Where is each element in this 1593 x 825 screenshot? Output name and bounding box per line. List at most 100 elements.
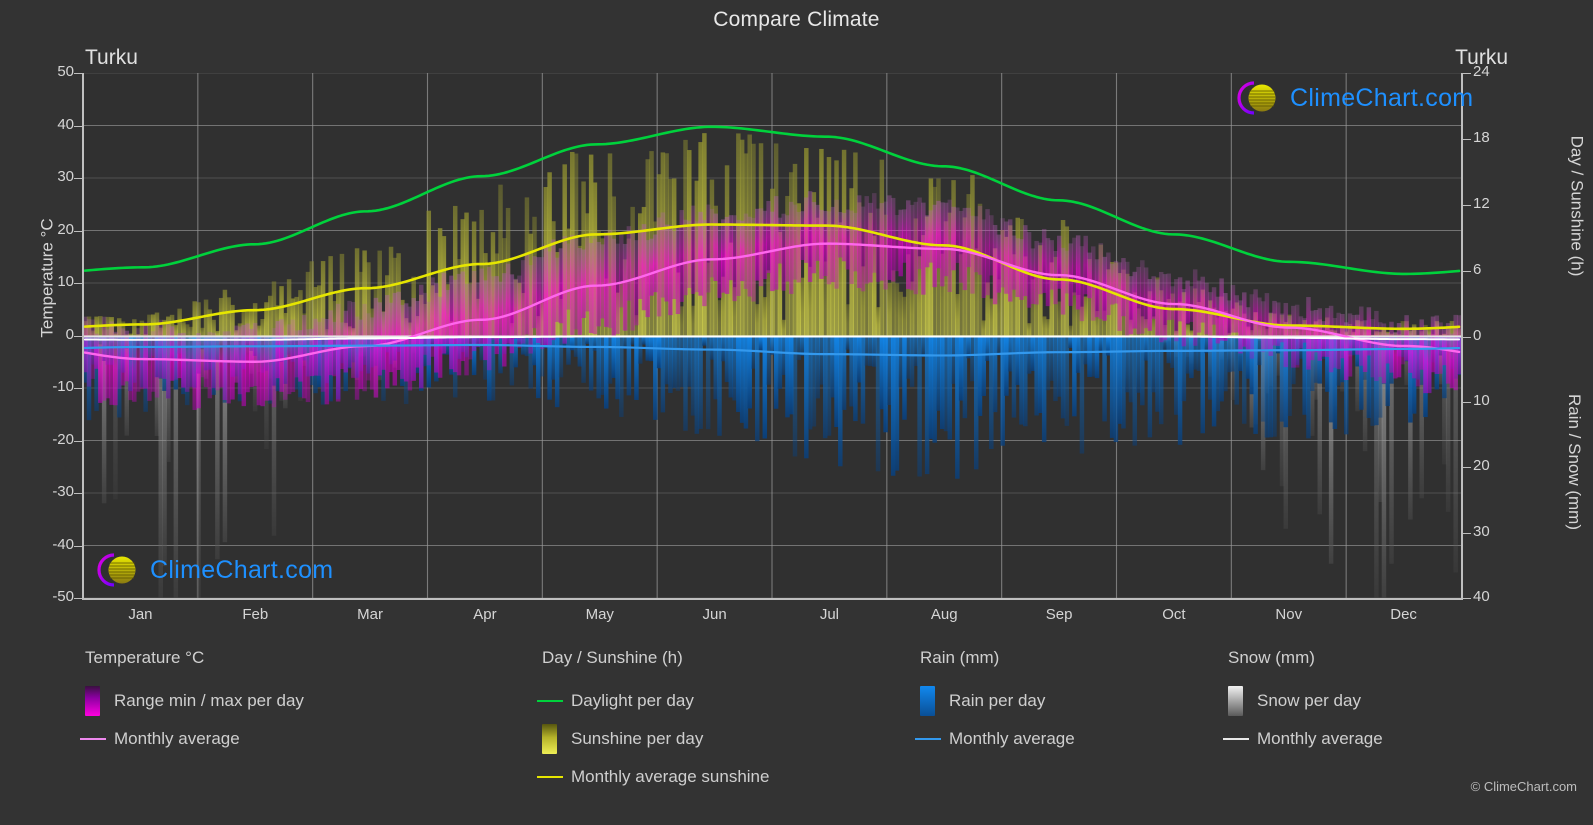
- y-tick-left--40: -40: [52, 535, 74, 553]
- x-tick-feb: Feb: [242, 606, 269, 623]
- legend-item[interactable]: Rain per day: [920, 682, 1075, 720]
- chart-canvas: [83, 73, 1461, 598]
- legend-item[interactable]: Monthly average sunshine: [537, 758, 770, 796]
- y-tickmark-rt-0: [1462, 336, 1471, 338]
- watermark-logo-bottom: ClimeChart.com: [92, 550, 333, 590]
- y-tick-left--10: -10: [52, 378, 74, 395]
- copyright-notice: © ClimeChart.com: [1470, 779, 1577, 794]
- x-tick-nov: Nov: [1275, 606, 1303, 623]
- watermark-logo-top: ClimeChart.com: [1232, 78, 1473, 118]
- y-axis-right-bottom-label: Rain / Snow (mm): [1565, 393, 1585, 531]
- legend-swatch: [85, 686, 100, 716]
- y-tick-left-50: 50: [57, 63, 74, 80]
- y-tickmark-rt-12: [1462, 204, 1471, 206]
- x-tick-dec: Dec: [1390, 606, 1417, 623]
- x-tick-apr: Apr: [473, 606, 497, 623]
- y-tickmark-left-0: [74, 335, 83, 337]
- y-tick-rt-12: 12: [1473, 194, 1490, 212]
- legend-item-label: Daylight per day: [571, 691, 694, 710]
- legend-heading: Day / Sunshine (h): [542, 648, 683, 667]
- y-tickmark-rb-10: [1462, 401, 1471, 403]
- climechart-logo-icon-bottom: [92, 550, 144, 590]
- x-tick-jan: Jan: [128, 606, 153, 623]
- y-tickmark-rb-40: [1462, 598, 1471, 599]
- legend-swatch: [1228, 686, 1243, 716]
- legend-line-marker: [80, 737, 114, 741]
- y-tickmark-rt-18: [1462, 138, 1471, 140]
- page-title: Compare Climate: [713, 8, 880, 31]
- x-tick-jul: Jul: [819, 606, 839, 623]
- x-tick-oct: Oct: [1162, 606, 1186, 623]
- legend-item-label: Monthly average sunshine: [571, 767, 770, 786]
- legend-item[interactable]: Range min / max per day: [85, 682, 304, 720]
- legend-item[interactable]: Monthly average: [915, 720, 1075, 758]
- legend-item-label: Rain per day: [949, 691, 1046, 710]
- y-tick-left--20: -20: [52, 430, 74, 448]
- legend-item-label: Monthly average: [114, 729, 240, 748]
- y-tick-rt-0: 0: [1473, 326, 1482, 344]
- city-label-left: Turku: [85, 46, 138, 69]
- y-tickmark-left-10: [74, 283, 83, 284]
- y-tickmark-left--30: [74, 493, 83, 494]
- y-tickmark-left-20: [74, 230, 83, 232]
- legend-line-marker: [915, 737, 949, 741]
- y-tick-left--30: -30: [52, 483, 74, 500]
- watermark-brand-text-top: ClimeChart.com: [1290, 83, 1474, 112]
- y-tick-left-30: 30: [57, 168, 74, 185]
- legend-line-marker: [537, 699, 571, 703]
- legend-line: [537, 699, 563, 703]
- y-tickmark-left--20: [74, 440, 83, 442]
- legend-item-label: Snow per day: [1257, 691, 1361, 710]
- y-tickmark-left--50: [74, 598, 83, 599]
- y-tick-rt-6: 6: [1473, 260, 1482, 278]
- y-tick-left--50: -50: [52, 588, 74, 605]
- legend-item[interactable]: Monthly average: [1223, 720, 1383, 758]
- y-tick-rb-10: 10: [1473, 391, 1490, 409]
- chart-plot-area: [83, 73, 1461, 598]
- y-axis-right-top-label: Day / Sunshine (h): [1567, 135, 1587, 277]
- y-tickmark-left--40: [74, 545, 83, 547]
- y-tickmark-rt-24: [1462, 73, 1471, 74]
- legend-group-snow-mm: Snow (mm) Snow per day Monthly average: [1223, 648, 1383, 758]
- y-tick-rb-30: 30: [1473, 522, 1490, 540]
- legend-line: [537, 775, 563, 779]
- legend-line-marker: [537, 775, 571, 779]
- y-tick-rt-18: 18: [1473, 128, 1490, 146]
- x-tick-aug: Aug: [930, 606, 958, 623]
- x-tick-may: May: [585, 606, 614, 623]
- legend-heading: Snow (mm): [1228, 648, 1315, 667]
- y-tickmark-rb-30: [1462, 532, 1471, 534]
- y-tick-rb-20: 20: [1473, 457, 1490, 475]
- legend-item[interactable]: Daylight per day: [537, 682, 769, 720]
- legend-line: [80, 737, 106, 741]
- legend-heading: Rain (mm): [920, 648, 1000, 667]
- legend-item[interactable]: Monthly average: [80, 720, 304, 758]
- legend-group-day-sunshine-h: Day / Sunshine (h) Daylight per day Sunshi…: [537, 648, 770, 796]
- x-tick-mar: Mar: [357, 606, 383, 623]
- y-tickmark-left-50: [74, 73, 83, 74]
- legend-item-label: Monthly average: [949, 729, 1075, 748]
- legend-line: [915, 737, 941, 741]
- legend-item[interactable]: Sunshine per day: [542, 720, 769, 758]
- legend-item-label: Monthly average: [1257, 729, 1383, 748]
- y-axis-left-label: Temperature °C: [37, 218, 57, 338]
- legend-group-rain-mm: Rain (mm) Rain per day Monthly average: [915, 648, 1075, 758]
- legend-item[interactable]: Snow per day: [1228, 682, 1383, 720]
- x-axis-line: [82, 598, 1463, 600]
- y-tick-rt-24: 24: [1473, 63, 1490, 80]
- legend-line: [1223, 737, 1249, 741]
- y-tickmark-left-40: [74, 125, 83, 127]
- legend-item-label: Range min / max per day: [114, 691, 304, 710]
- y-tick-rb-40: 40: [1473, 588, 1490, 605]
- legend-item-label: Sunshine per day: [571, 729, 704, 748]
- y-tick-left-40: 40: [57, 115, 74, 133]
- watermark-brand-text-bottom: ClimeChart.com: [150, 555, 334, 584]
- y-tickmark-rb-20: [1462, 467, 1471, 469]
- climechart-logo-icon: [1232, 78, 1284, 118]
- y-tickmark-rt-6: [1462, 270, 1471, 272]
- legend-swatch: [542, 724, 557, 754]
- x-tick-jun: Jun: [702, 606, 727, 623]
- chart-legend: Temperature °C Range min / max per day Mon…: [0, 648, 1593, 808]
- legend-line-marker: [1223, 737, 1257, 741]
- legend-swatch: [920, 686, 935, 716]
